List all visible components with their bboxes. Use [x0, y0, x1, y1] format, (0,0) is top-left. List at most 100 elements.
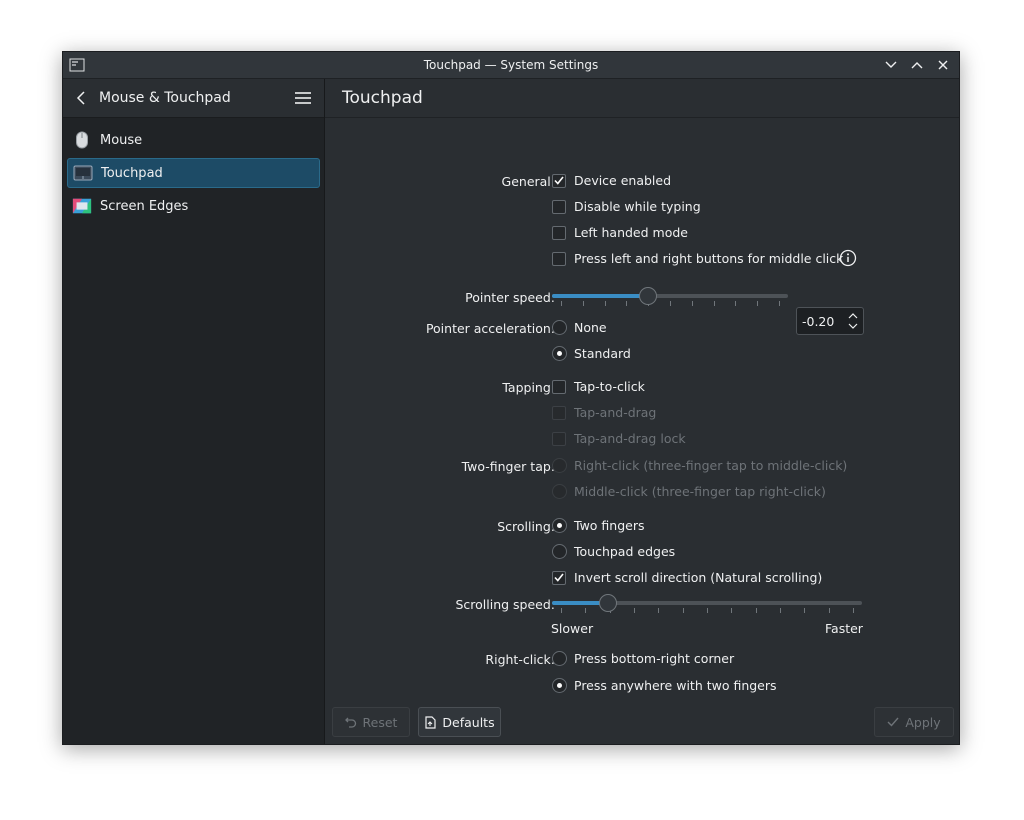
right-click-label: Right-click:: [485, 652, 555, 667]
hamburger-menu-icon[interactable]: [294, 91, 312, 105]
tap-and-drag-lock-checkbox[interactable]: Tap-and-drag lock: [552, 431, 686, 446]
spin-arrows-icon[interactable]: [847, 311, 859, 331]
tap-and-drag-checkbox[interactable]: Tap-and-drag: [552, 405, 656, 420]
option-label: Device enabled: [574, 173, 672, 188]
checkbox-box: [552, 199, 566, 214]
accel-none-radio[interactable]: None: [552, 320, 607, 335]
two-finger-tap-label: Two-finger tap:: [461, 459, 555, 474]
slider-tick: [731, 608, 733, 613]
invert-scroll-checkbox[interactable]: Invert scroll direction (Natural scrolli…: [552, 570, 822, 585]
scrolling-label: Scrolling:: [497, 519, 555, 534]
chevron-down-icon: [885, 61, 897, 68]
content-pane: Touchpad General: Device enabled Disable…: [325, 79, 959, 744]
scroll-two-fingers-radio[interactable]: Two fingers: [552, 518, 644, 533]
slider-tick: [682, 608, 684, 613]
checkbox-box: [552, 405, 566, 420]
disable-while-typing-checkbox[interactable]: Disable while typing: [552, 199, 701, 214]
option-label: Two fingers: [574, 518, 645, 533]
slider-tick: [713, 301, 715, 306]
slider-tick: [670, 301, 671, 306]
option-label: Press left and right buttons for middle …: [574, 251, 844, 266]
button-label: Reset: [362, 714, 398, 730]
slider-tick: [853, 608, 854, 613]
sidebar-header: Mouse & Touchpad: [63, 79, 324, 118]
document-revert-icon: [425, 715, 437, 729]
chevron-up-icon: [911, 62, 923, 69]
check-icon: [554, 176, 564, 185]
tap-to-click-checkbox[interactable]: Tap-to-click: [552, 379, 645, 394]
option-label: Tap-to-click: [574, 379, 645, 394]
spinbox-value: -0.20: [802, 313, 835, 329]
scroll-touchpad-edges-radio[interactable]: Touchpad edges: [552, 544, 675, 559]
slider-tick: [634, 608, 635, 613]
scrolling-speed-slider[interactable]: [552, 593, 862, 613]
radio-circle: [552, 346, 567, 361]
mouse-icon: [72, 130, 92, 150]
undo-icon: [344, 717, 356, 728]
accel-standard-radio[interactable]: Standard: [552, 346, 631, 361]
right-click-bottom-corner-radio[interactable]: Press bottom-right corner: [552, 651, 734, 666]
app-menu-icon[interactable]: [69, 58, 85, 72]
slider-max-label: Faster: [825, 621, 863, 636]
checkbox-box: [552, 379, 566, 394]
maximize-button[interactable]: [909, 56, 925, 74]
sidebar: Mouse & Touchpad Mouse Touchpad Screen E…: [63, 79, 325, 744]
scrolling-speed-label: Scrolling speed:: [455, 597, 555, 612]
option-label: Invert scroll direction (Natural scrolli…: [574, 570, 823, 585]
defaults-button[interactable]: Defaults: [418, 707, 501, 737]
radio-circle: [552, 458, 567, 473]
system-settings-window: Touchpad — System Settings Mouse & Touch…: [62, 51, 960, 745]
radio-dot: [557, 351, 562, 356]
checkbox-box: [552, 570, 566, 585]
device-enabled-checkbox[interactable]: Device enabled: [552, 173, 671, 188]
slider-tick: [582, 301, 584, 306]
close-button[interactable]: [935, 56, 951, 74]
sidebar-header-label: Mouse & Touchpad: [99, 90, 231, 106]
option-label: Tap-and-drag lock: [574, 431, 686, 446]
button-label: Apply: [905, 714, 941, 730]
checkbox-box: [552, 431, 566, 446]
slider-tick: [780, 608, 781, 613]
pointer-speed-spinbox[interactable]: -0.20: [796, 307, 864, 335]
apply-button[interactable]: Apply: [874, 707, 954, 737]
pointer-speed-slider[interactable]: [552, 286, 788, 306]
option-label: Tap-and-drag: [574, 405, 657, 420]
right-click-two-fingers-radio[interactable]: Press anywhere with two fingers: [552, 678, 777, 693]
radio-dot: [557, 683, 562, 688]
two-finger-middle-click-radio[interactable]: Middle-click (three-finger tap right-cli…: [552, 484, 826, 499]
option-label: None: [574, 320, 607, 335]
radio-dot: [557, 523, 562, 528]
tapping-label: Tapping:: [502, 380, 555, 395]
checkbox-box: [552, 225, 566, 240]
sidebar-item-mouse[interactable]: Mouse: [67, 125, 320, 155]
slider-tick: [779, 301, 780, 306]
info-icon[interactable]: [839, 249, 857, 267]
slider-tick: [658, 608, 660, 613]
back-arrow-icon[interactable]: [75, 91, 89, 105]
general-label: General:: [501, 174, 555, 189]
pointer-acceleration-label: Pointer acceleration:: [425, 321, 555, 336]
slider-min-label: Slower: [551, 621, 594, 636]
slider-thumb[interactable]: [598, 594, 617, 612]
reset-button[interactable]: Reset: [332, 707, 410, 737]
slider-ticks: [552, 608, 862, 614]
titlebar: Touchpad — System Settings: [63, 52, 959, 79]
slider-tick: [757, 301, 759, 306]
sidebar-item-touchpad[interactable]: Touchpad: [67, 158, 320, 188]
two-finger-right-click-radio[interactable]: Right-click (three-finger tap to middle-…: [552, 458, 847, 473]
option-label: Touchpad edges: [574, 544, 676, 559]
option-label: Disable while typing: [574, 199, 701, 214]
minimize-button[interactable]: [883, 56, 899, 74]
slider-tick: [735, 301, 737, 306]
page-title: Touchpad: [342, 88, 423, 108]
option-label: Left handed mode: [574, 225, 688, 240]
sidebar-item-label: Mouse: [100, 132, 143, 148]
middle-click-emulation-checkbox[interactable]: Press left and right buttons for middle …: [552, 251, 843, 266]
slider-tick: [707, 608, 708, 613]
sidebar-item-screen-edges[interactable]: Screen Edges: [67, 191, 320, 221]
left-handed-checkbox[interactable]: Left handed mode: [552, 225, 688, 240]
checkbox-box: [552, 251, 566, 266]
slider-tick: [828, 608, 830, 613]
sidebar-item-label: Screen Edges: [100, 198, 189, 214]
button-label: Defaults: [442, 714, 495, 730]
